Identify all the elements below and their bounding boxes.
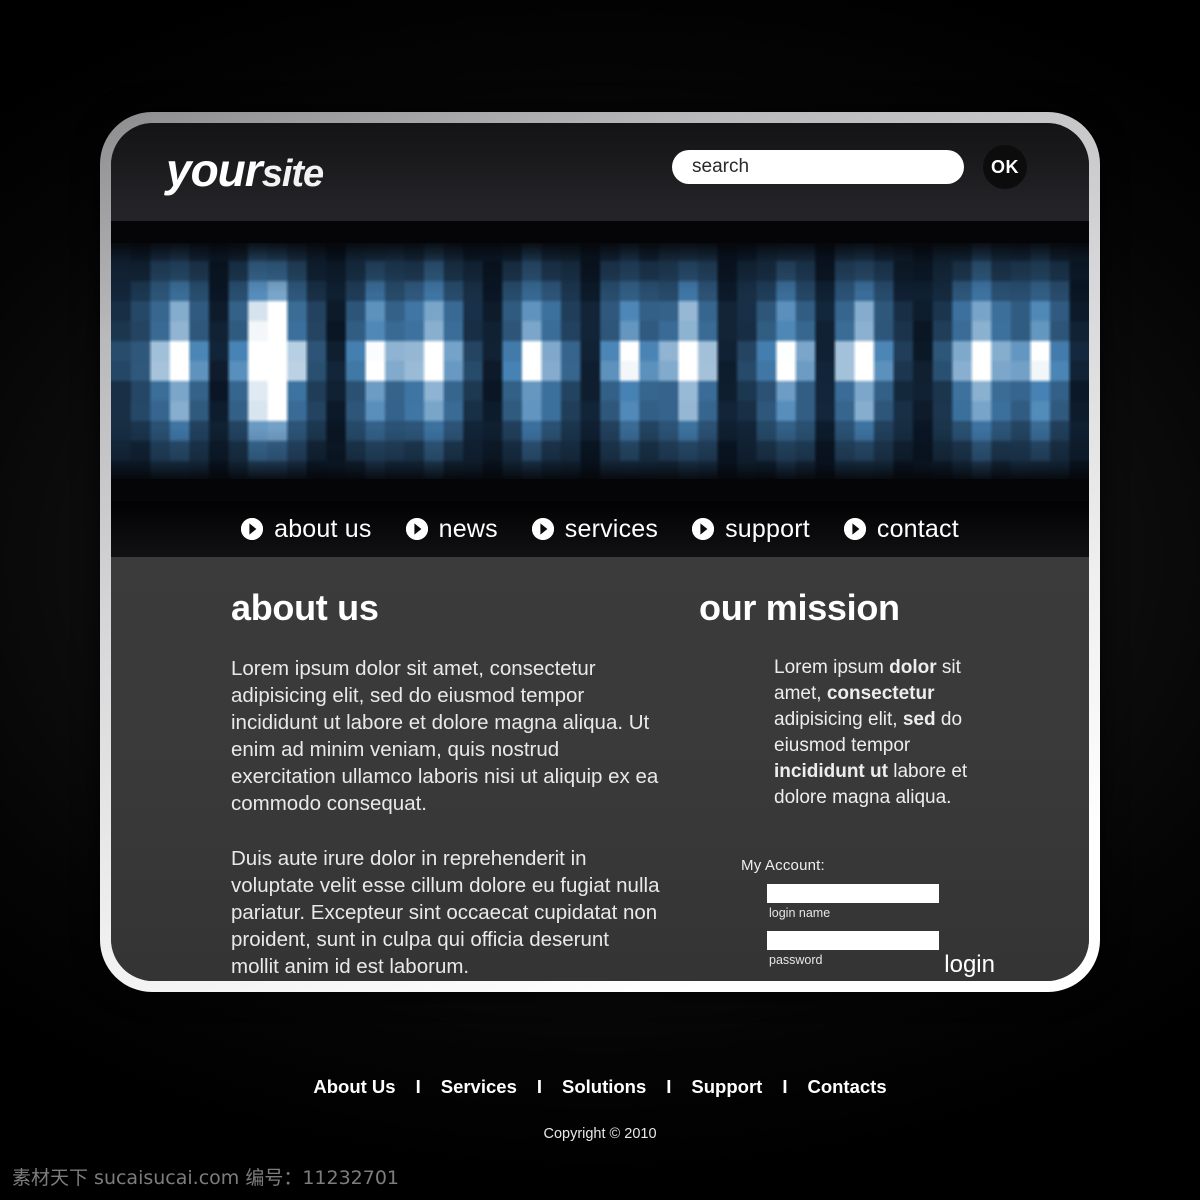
password-caption: password — [769, 953, 823, 968]
about-us-heading: about us — [231, 587, 379, 628]
banner-top-mask — [111, 221, 1089, 243]
site-header: yoursite OK — [111, 123, 1089, 221]
play-circle-icon — [241, 518, 264, 540]
my-account-label: My Account: — [741, 857, 825, 875]
site-screen: yoursite OK about — [111, 123, 1089, 981]
play-circle-icon — [531, 518, 554, 540]
device-frame: yoursite OK about — [100, 112, 1100, 992]
nav-label: support — [725, 514, 810, 543]
logo-primary-text: your — [166, 144, 263, 196]
nav-label: services — [564, 514, 659, 543]
logo-secondary-text: site — [261, 153, 324, 195]
about-us-paragraph-1: Lorem ipsum dolor sit amet, consectetur … — [231, 657, 659, 816]
about-us-column: about us Lorem ipsum dolor sit amet, con… — [231, 587, 661, 981]
our-mission-column: our mission Lorem ipsum dolor sit amet, … — [695, 587, 1033, 981]
banner-bottom-mask — [111, 479, 1089, 501]
footer-separator: I — [415, 1076, 421, 1097]
nav-item-support[interactable]: support — [692, 515, 810, 544]
nav-label: news — [438, 514, 498, 543]
search-box — [672, 150, 964, 184]
page-root: yoursite OK about — [0, 0, 1200, 1200]
nav-label: about us — [274, 514, 372, 543]
play-circle-icon — [405, 518, 428, 540]
search-ok-button[interactable]: OK — [983, 145, 1027, 189]
hero-banner — [111, 221, 1089, 501]
stock-watermark: 素材天下 sucaisucai.com 编号：11232701 — [12, 1167, 400, 1189]
banner-graphic — [111, 221, 1089, 501]
content-area: about us Lorem ipsum dolor sit amet, con… — [111, 557, 1089, 981]
play-circle-icon — [692, 518, 715, 540]
footer-link-solutions[interactable]: Solutions — [562, 1076, 646, 1098]
footer-link-services[interactable]: Services — [441, 1076, 517, 1098]
password-row: password — [767, 931, 971, 967]
footer-separator: I — [536, 1076, 542, 1097]
our-mission-heading: our mission — [699, 587, 900, 628]
login-form: My Account: login name password login — [741, 857, 995, 978]
footer-link-about-us[interactable]: About Us — [313, 1076, 395, 1098]
password-input[interactable] — [767, 931, 939, 951]
login-name-caption: login name — [769, 906, 831, 921]
main-navigation: about us news services support contact — [111, 501, 1089, 557]
login-name-input[interactable] — [767, 884, 939, 904]
nav-item-services[interactable]: services — [531, 514, 659, 544]
footer-link-support[interactable]: Support — [691, 1076, 762, 1098]
login-button[interactable]: login — [944, 951, 995, 979]
footer-link-contacts[interactable]: Contacts — [807, 1076, 886, 1098]
nav-item-about-us[interactable]: about us — [241, 515, 372, 544]
nav-item-news[interactable]: news — [405, 514, 498, 544]
footer-separator: I — [666, 1076, 672, 1097]
play-circle-icon — [843, 518, 866, 540]
nav-label: contact — [876, 514, 959, 543]
copyright-text: Copyright © 2010 — [543, 1126, 657, 1142]
nav-item-contact[interactable]: contact — [843, 514, 959, 544]
search-input[interactable] — [672, 150, 964, 184]
about-us-paragraph-2: Duis aute irure dolor in reprehenderit i… — [231, 847, 660, 979]
our-mission-paragraph: Lorem ipsum dolor sit amet, consectetur … — [774, 657, 968, 809]
footer-links: About Us I Services I Solutions I Suppor… — [0, 1076, 1200, 1098]
page-footer: About Us I Services I Solutions I Suppor… — [0, 1076, 1200, 1142]
login-name-row: login name — [767, 884, 971, 920]
site-logo[interactable]: yoursite — [166, 143, 324, 197]
footer-separator: I — [782, 1076, 788, 1097]
